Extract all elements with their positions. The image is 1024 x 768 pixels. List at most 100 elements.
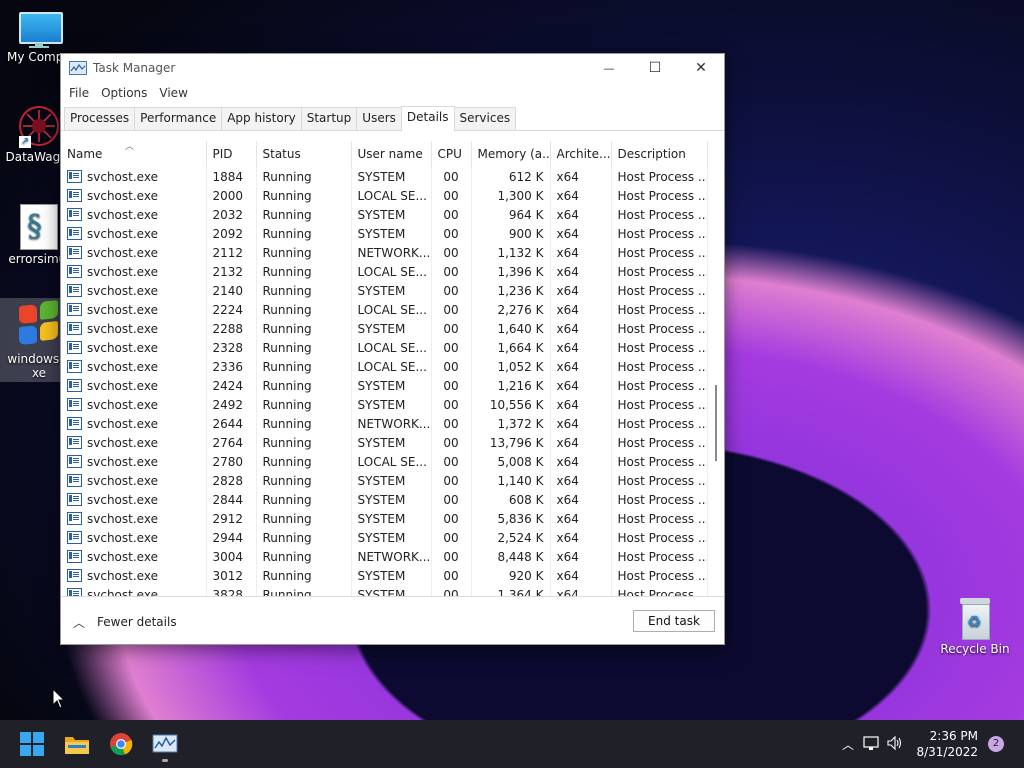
end-task-button[interactable]: End task — [633, 610, 715, 632]
process-icon — [67, 587, 82, 596]
title-bar[interactable]: Task Manager — ☐ ✕ — [61, 54, 724, 82]
column-header-pid[interactable]: PID — [206, 141, 257, 167]
sort-up-icon: ︿ — [125, 142, 135, 152]
details-grid[interactable]: Name ︿ PID Status User name CPU Memory (a... Ar… — [61, 141, 724, 597]
table-row[interactable]: svchost.exe 2092 Running SYSTEM 00 900 Kx64 Ho… — [61, 224, 708, 243]
table-row[interactable]: svchost.exe 2032 Running SYSTEM 00 964 Kx64 Ho… — [61, 205, 708, 224]
table-row[interactable]: svchost.exe 2000 Running LOCAL SE... 00 1,300… — [61, 186, 708, 205]
table-row[interactable]: svchost.exe 2140 Running SYSTEM 00 1,236 Kx64… — [61, 281, 708, 300]
scrollbar-thumb[interactable] — [715, 385, 717, 461]
cell-user-name: SYSTEM — [351, 376, 432, 395]
process-name: svchost.exe — [87, 207, 158, 222]
table-row[interactable]: svchost.exe 2780 Running LOCAL SE... 00 5,008… — [61, 452, 708, 471]
datawagon-icon: ↗ — [17, 104, 61, 148]
cell-pid: 2140 — [206, 281, 257, 300]
table-row[interactable]: svchost.exe 3828 Running SYSTEM 00 1,364 Kx64… — [61, 585, 708, 596]
close-button[interactable]: ✕ — [678, 54, 724, 82]
table-row[interactable]: svchost.exe 3012 Running SYSTEM 00 920 Kx64 Ho… — [61, 566, 708, 585]
table-row[interactable]: svchost.exe 2288 Running SYSTEM 00 1,640 Kx64… — [61, 319, 708, 338]
fewer-details-button[interactable]: ︿ Fewer details — [73, 614, 177, 631]
cell-architecture: x64 — [550, 452, 612, 471]
column-header-description[interactable]: Description — [611, 141, 708, 167]
menu-file[interactable]: File — [63, 86, 95, 100]
cell-pid: 2092 — [206, 224, 257, 243]
maximize-button[interactable]: ☐ — [632, 54, 678, 82]
cell-pid: 2032 — [206, 205, 257, 224]
cell-description: Host Process ... — [611, 490, 708, 509]
table-row[interactable]: svchost.exe 2844 Running SYSTEM 00 608 Kx64 Ho… — [61, 490, 708, 509]
table-row[interactable]: svchost.exe 2944 Running SYSTEM 00 2,524 Kx64… — [61, 528, 708, 547]
chevron-up-icon[interactable]: ︿ — [838, 736, 858, 753]
cell-pid: 2112 — [206, 243, 257, 262]
table-row[interactable]: svchost.exe 2764 Running SYSTEM 00 13,796 Kx6… — [61, 433, 708, 452]
cell-user-name: SYSTEM — [351, 471, 432, 490]
vertical-scrollbar[interactable] — [712, 141, 720, 596]
tab-startup[interactable]: Startup — [300, 107, 358, 130]
task-manager-icon — [69, 61, 87, 75]
column-header-cpu[interactable]: CPU — [431, 141, 472, 167]
cell-memory: 964 K — [471, 205, 551, 224]
table-row[interactable]: svchost.exe 2912 Running SYSTEM 00 5,836 Kx64… — [61, 509, 708, 528]
column-header-name[interactable]: Name ︿ — [61, 141, 207, 167]
network-icon[interactable] — [858, 735, 884, 754]
cell-name: svchost.exe — [61, 224, 207, 243]
table-row[interactable]: svchost.exe 2336 Running LOCAL SE... 00 1,052… — [61, 357, 708, 376]
cell-architecture: x64 — [550, 338, 612, 357]
start-button[interactable] — [16, 728, 48, 760]
footer-bar: ︿ Fewer details End task — [61, 602, 724, 642]
table-row[interactable]: svchost.exe 1884 Running SYSTEM 00 612 Kx64 Ho… — [61, 167, 708, 186]
minimize-button[interactable]: — — [586, 54, 632, 82]
clock-date: 8/31/2022 — [916, 745, 978, 759]
table-row[interactable]: svchost.exe 2828 Running SYSTEM 00 1,140 Kx64… — [61, 471, 708, 490]
script-icon: § — [20, 204, 58, 250]
cell-name: svchost.exe — [61, 338, 207, 357]
cell-name: svchost.exe — [61, 528, 207, 547]
cell-status: Running — [256, 547, 352, 566]
cell-architecture: x64 — [550, 224, 612, 243]
cell-user-name: LOCAL SE... — [351, 262, 432, 281]
column-header-memory[interactable]: Memory (a... — [471, 141, 551, 167]
cell-user-name: SYSTEM — [351, 585, 432, 596]
table-row[interactable]: svchost.exe 2112 Running NETWORK... 00 1,132 … — [61, 243, 708, 262]
table-row[interactable]: svchost.exe 3004 Running NETWORK... 00 8,448 … — [61, 547, 708, 566]
desktop-icon-recycle-bin[interactable]: ♻ Recycle Bin — [935, 596, 1015, 656]
computer-icon — [17, 10, 63, 48]
table-row[interactable]: svchost.exe 2644 Running NETWORK... 00 1,372 … — [61, 414, 708, 433]
cell-name: svchost.exe — [61, 167, 207, 186]
table-row[interactable]: svchost.exe 2492 Running SYSTEM 00 10,556 Kx6… — [61, 395, 708, 414]
tab-app-history[interactable]: App history — [221, 107, 302, 130]
tab-users[interactable]: Users — [356, 107, 402, 130]
cell-description: Host Process ... — [611, 528, 708, 547]
cell-pid: 2336 — [206, 357, 257, 376]
tab-processes[interactable]: Processes — [64, 107, 136, 130]
tab-services[interactable]: Services — [453, 107, 517, 130]
table-row[interactable]: svchost.exe 2424 Running SYSTEM 00 1,216 Kx64… — [61, 376, 708, 395]
cell-memory: 1,372 K — [471, 414, 551, 433]
cell-user-name: SYSTEM — [351, 528, 432, 547]
cell-description: Host Process ... — [611, 186, 708, 205]
folder-icon — [65, 737, 89, 754]
menu-options[interactable]: Options — [95, 86, 153, 100]
column-header-architecture[interactable]: Archite... — [550, 141, 612, 167]
column-header-status[interactable]: Status — [256, 141, 352, 167]
notification-badge[interactable]: 2 — [988, 736, 1004, 752]
tab-details[interactable]: Details — [400, 106, 455, 131]
process-name: svchost.exe — [87, 568, 158, 583]
table-row[interactable]: svchost.exe 2328 Running LOCAL SE... 00 1,664… — [61, 338, 708, 357]
fewer-details-label: Fewer details — [97, 615, 177, 629]
column-header-user-name[interactable]: User name — [351, 141, 432, 167]
cell-pid: 2844 — [206, 490, 257, 509]
task-manager-taskbar-button[interactable] — [149, 728, 181, 762]
table-row[interactable]: svchost.exe 2224 Running LOCAL SE... 00 2,276… — [61, 300, 708, 319]
process-name: svchost.exe — [87, 492, 158, 507]
table-row[interactable]: svchost.exe 2132 Running LOCAL SE... 00 1,396… — [61, 262, 708, 281]
chrome-button[interactable] — [105, 728, 137, 760]
volume-icon[interactable] — [884, 735, 906, 754]
menu-view[interactable]: View — [153, 86, 193, 100]
tab-performance[interactable]: Performance — [134, 107, 223, 130]
clock[interactable]: 2:36 PM 8/31/2022 — [916, 728, 978, 760]
task-manager-window[interactable]: Task Manager — ☐ ✕ File Options View Pro… — [60, 53, 725, 645]
cell-status: Running — [256, 490, 352, 509]
file-explorer-button[interactable] — [61, 728, 93, 760]
cell-name: svchost.exe — [61, 262, 207, 281]
